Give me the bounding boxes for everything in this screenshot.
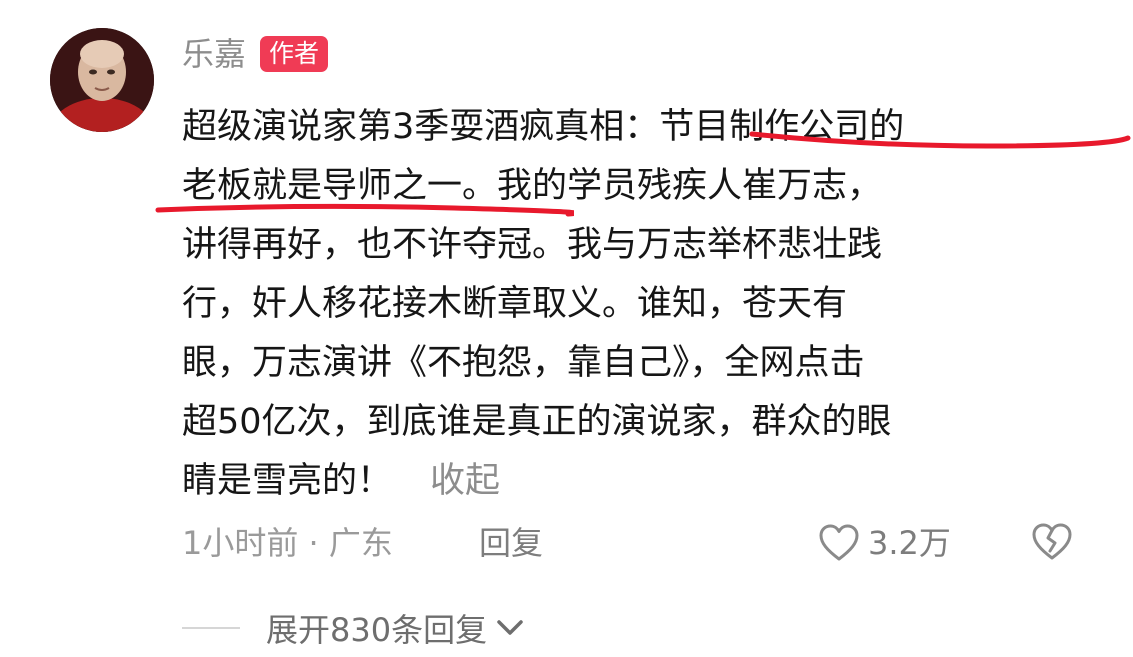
avatar[interactable] xyxy=(50,28,154,132)
comment-text-line-last: 睛是雪亮的！ 收起 xyxy=(182,452,1097,511)
comment-text-line: 眼，万志演讲《不抱怨，靠自己》，全网点击 xyxy=(182,343,865,383)
expand-replies-button[interactable]: 展开830条回复 xyxy=(182,604,525,652)
chevron-down-icon xyxy=(495,618,525,638)
comment-text-line: 超50亿次，到底谁是真正的演说家，群众的眼 xyxy=(182,402,892,442)
comment-text-line: 超级演说家第3季耍酒疯真相：节目制作公司的 xyxy=(182,107,905,147)
collapse-button[interactable]: 收起 xyxy=(430,461,500,501)
divider-line xyxy=(182,627,240,629)
like-count: 3.2万 xyxy=(868,524,951,562)
comment-text-tail: 睛是雪亮的！ xyxy=(182,461,393,501)
like-button[interactable]: 3.2万 xyxy=(818,518,951,568)
comment-text: 超级演说家第3季耍酒疯真相：节目制作公司的 老板就是导师之一。我的学员残疾人崔万… xyxy=(182,98,1097,511)
dislike-button[interactable] xyxy=(1030,521,1074,577)
comment-text-line: 行，奸人移花接木断章取义。谁知，苍天有 xyxy=(182,284,848,324)
author-name[interactable]: 乐嘉 xyxy=(182,32,246,76)
time-location: 1小时前 · 广东 xyxy=(182,524,393,562)
broken-heart-icon xyxy=(1032,523,1072,560)
reply-button[interactable]: 回复 xyxy=(479,518,543,568)
heart-outline-icon xyxy=(819,524,859,561)
comment-meta: 1小时前 · 广东 回复 3.2万 xyxy=(182,518,1082,568)
comment-text-line: 老板就是导师之一。我的学员残疾人崔万志， xyxy=(182,166,883,206)
author-row: 乐嘉 作者 xyxy=(182,32,329,76)
comment-text-line: 讲得再好，也不许夺冠。我与万志举杯悲壮践 xyxy=(182,225,883,265)
author-badge: 作者 xyxy=(260,36,329,72)
avatar-image xyxy=(50,28,154,132)
expand-replies-label: 展开830条回复 xyxy=(266,611,488,649)
